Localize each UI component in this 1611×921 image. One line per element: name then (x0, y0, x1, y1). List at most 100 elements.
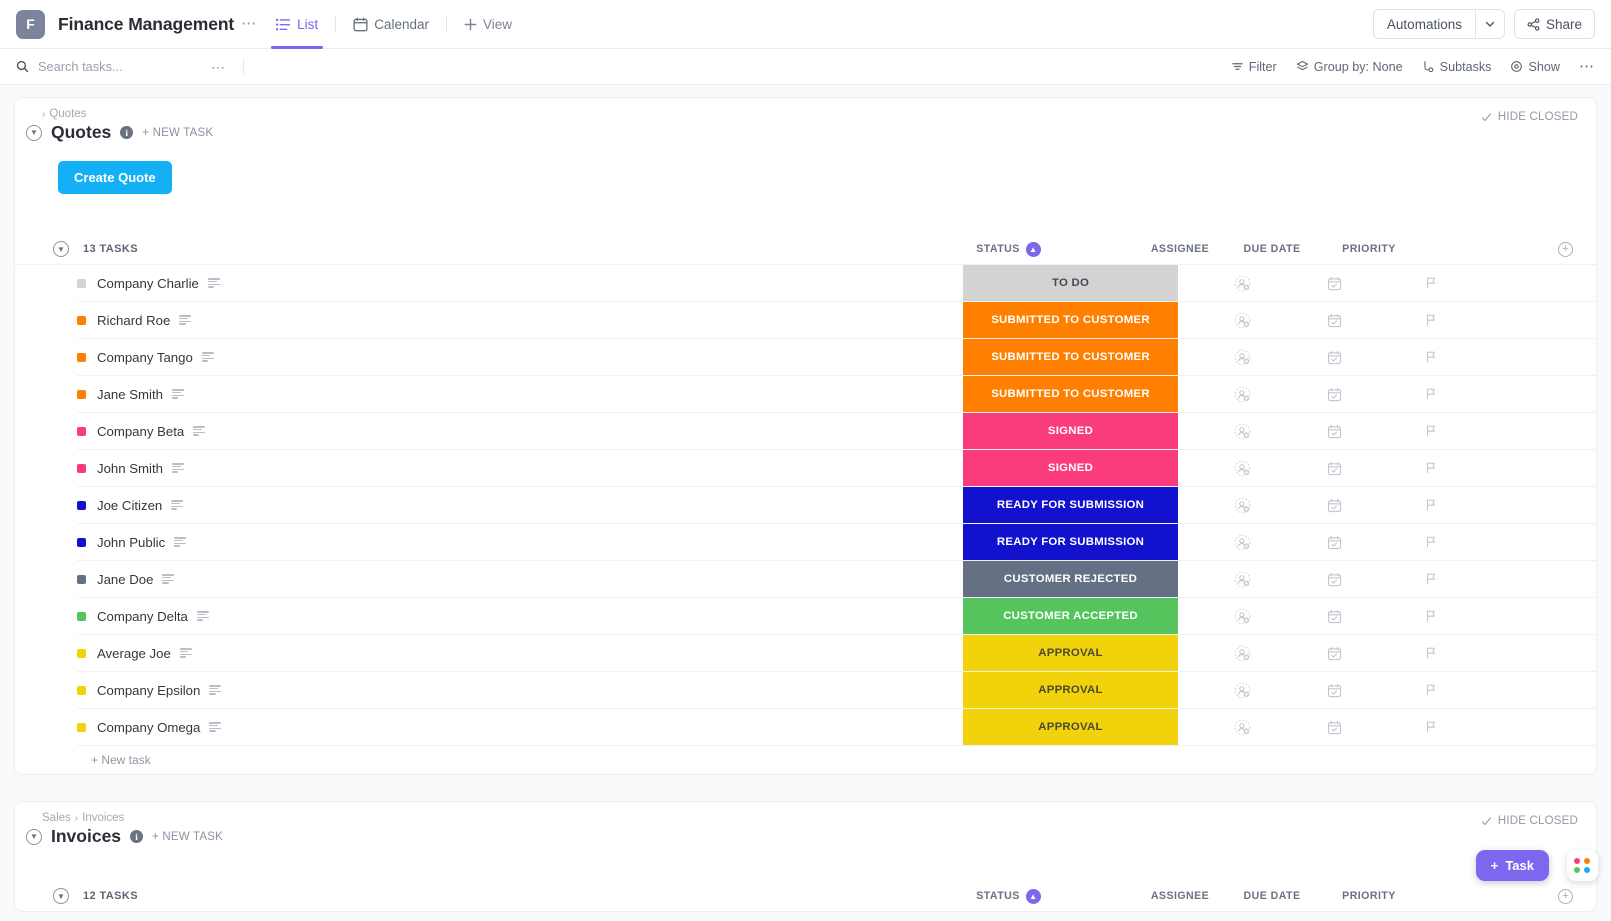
page-title-more-icon[interactable]: ⋯ (241, 19, 257, 29)
table-row[interactable]: Company Delta CUSTOMER ACCEPTED (77, 598, 1596, 635)
assignee-cell[interactable] (1213, 339, 1271, 375)
priority-cell[interactable] (1402, 672, 1460, 708)
table-row[interactable]: Company Beta SIGNED (77, 413, 1596, 450)
collapse-tasks-icon-invoices[interactable]: ▼ (53, 888, 69, 904)
assignee-cell[interactable] (1213, 265, 1271, 301)
column-header-assignee-invoices[interactable]: ASSIGNEE (1151, 890, 1209, 902)
breadcrumb[interactable]: › Quotes (42, 108, 1596, 120)
assignee-cell[interactable] (1213, 598, 1271, 634)
assignee-cell[interactable] (1213, 561, 1271, 597)
priority-cell[interactable] (1402, 598, 1460, 634)
collapse-tasks-icon[interactable]: ▼ (53, 241, 69, 257)
table-row[interactable]: John Smith SIGNED (77, 450, 1596, 487)
task-name[interactable]: Jane Smith (97, 387, 163, 402)
due-date-cell[interactable] (1305, 672, 1363, 708)
due-date-cell[interactable] (1305, 487, 1363, 523)
column-header-due-date-invoices[interactable]: DUE DATE (1243, 890, 1301, 902)
table-row[interactable]: Jane Smith SUBMITTED TO CUSTOMER (77, 376, 1596, 413)
table-row[interactable]: Company Charlie TO DO (77, 265, 1596, 302)
search-more-icon[interactable]: ⋯ (211, 63, 226, 71)
column-header-priority-invoices[interactable]: PRIORITY (1340, 890, 1398, 902)
task-name[interactable]: Richard Roe (97, 313, 170, 328)
status-badge[interactable]: SIGNED (963, 450, 1178, 486)
priority-cell[interactable] (1402, 302, 1460, 338)
assignee-cell[interactable] (1213, 376, 1271, 412)
priority-cell[interactable] (1402, 635, 1460, 671)
due-date-cell[interactable] (1305, 561, 1363, 597)
add-view-button[interactable]: View (455, 0, 521, 49)
status-badge[interactable]: SUBMITTED TO CUSTOMER (963, 376, 1178, 412)
task-name[interactable]: Company Tango (97, 350, 193, 365)
collapse-invoices-icon[interactable]: ▼ (26, 829, 42, 845)
task-name[interactable]: Average Joe (97, 646, 171, 661)
task-name[interactable]: Company Delta (97, 609, 188, 624)
due-date-cell[interactable] (1305, 450, 1363, 486)
info-icon[interactable]: i (120, 126, 133, 139)
status-badge[interactable]: CUSTOMER REJECTED (963, 561, 1178, 597)
breadcrumb-invoices[interactable]: Sales › Invoices (42, 812, 1596, 824)
new-task-row-quotes[interactable]: + New task (15, 746, 1596, 774)
status-badge[interactable]: APPROVAL (963, 709, 1178, 745)
status-badge[interactable]: SUBMITTED TO CUSTOMER (963, 339, 1178, 375)
new-task-fab[interactable]: + Task (1476, 850, 1549, 881)
hide-closed-toggle-invoices[interactable]: HIDE CLOSED (1481, 815, 1578, 827)
assignee-cell[interactable] (1213, 413, 1271, 449)
priority-cell[interactable] (1402, 561, 1460, 597)
task-name[interactable]: Jane Doe (97, 572, 153, 587)
space-avatar[interactable]: F (16, 10, 45, 39)
table-row[interactable]: Richard Roe SUBMITTED TO CUSTOMER (77, 302, 1596, 339)
table-row[interactable]: Company Tango SUBMITTED TO CUSTOMER (77, 339, 1596, 376)
add-column-button-invoices[interactable]: + (1558, 889, 1573, 904)
status-badge[interactable]: TO DO (963, 265, 1178, 301)
due-date-cell[interactable] (1305, 376, 1363, 412)
sort-asc-icon[interactable]: ▲ (1026, 242, 1041, 257)
share-button[interactable]: Share (1514, 9, 1595, 39)
filter-button[interactable]: Filter (1231, 60, 1277, 74)
assignee-cell[interactable] (1213, 635, 1271, 671)
breadcrumb-item-invoices[interactable]: Invoices (82, 812, 124, 824)
create-quote-button[interactable]: Create Quote (58, 161, 172, 194)
priority-cell[interactable] (1402, 339, 1460, 375)
group-by-button[interactable]: Group by: None (1296, 60, 1403, 74)
task-name[interactable]: John Smith (97, 461, 163, 476)
table-row[interactable]: Company Omega APPROVAL (77, 709, 1596, 746)
apps-grid-button[interactable] (1567, 850, 1598, 881)
column-header-priority[interactable]: PRIORITY (1340, 243, 1398, 255)
status-badge[interactable]: APPROVAL (963, 672, 1178, 708)
priority-cell[interactable] (1402, 376, 1460, 412)
collapse-quotes-icon[interactable]: ▼ (26, 125, 42, 141)
due-date-cell[interactable] (1305, 413, 1363, 449)
due-date-cell[interactable] (1305, 265, 1363, 301)
task-name[interactable]: Company Beta (97, 424, 184, 439)
info-icon-invoices[interactable]: i (130, 830, 143, 843)
column-header-assignee[interactable]: ASSIGNEE (1151, 243, 1209, 255)
status-badge[interactable]: READY FOR SUBMISSION (963, 487, 1178, 523)
task-name[interactable]: Company Omega (97, 720, 200, 735)
new-task-button-invoices[interactable]: + NEW TASK (152, 831, 223, 843)
due-date-cell[interactable] (1305, 635, 1363, 671)
automations-button[interactable]: Automations (1373, 9, 1505, 39)
status-badge[interactable]: READY FOR SUBMISSION (963, 524, 1178, 560)
status-badge[interactable]: SIGNED (963, 413, 1178, 449)
task-name[interactable]: Company Charlie (97, 276, 199, 291)
priority-cell[interactable] (1402, 524, 1460, 560)
task-name[interactable]: John Public (97, 535, 165, 550)
status-badge[interactable]: CUSTOMER ACCEPTED (963, 598, 1178, 634)
priority-cell[interactable] (1402, 413, 1460, 449)
assignee-cell[interactable] (1213, 524, 1271, 560)
column-header-due-date[interactable]: DUE DATE (1243, 243, 1301, 255)
column-header-status-invoices[interactable]: STATUS ▲ (901, 889, 1116, 904)
add-column-button[interactable]: + (1558, 242, 1573, 257)
table-row[interactable]: John Public READY FOR SUBMISSION (77, 524, 1596, 561)
priority-cell[interactable] (1402, 450, 1460, 486)
column-header-status[interactable]: STATUS ▲ (901, 242, 1116, 257)
status-badge[interactable]: SUBMITTED TO CUSTOMER (963, 302, 1178, 338)
assignee-cell[interactable] (1213, 672, 1271, 708)
table-row[interactable]: Company EpsilonAPPROVAL (77, 672, 1596, 709)
assignee-cell[interactable] (1213, 709, 1271, 745)
tab-calendar[interactable]: Calendar (344, 0, 438, 49)
status-badge[interactable]: APPROVAL (963, 635, 1178, 671)
new-task-button-quotes[interactable]: + NEW TASK (142, 127, 213, 139)
due-date-cell[interactable] (1305, 339, 1363, 375)
assignee-cell[interactable] (1213, 487, 1271, 523)
